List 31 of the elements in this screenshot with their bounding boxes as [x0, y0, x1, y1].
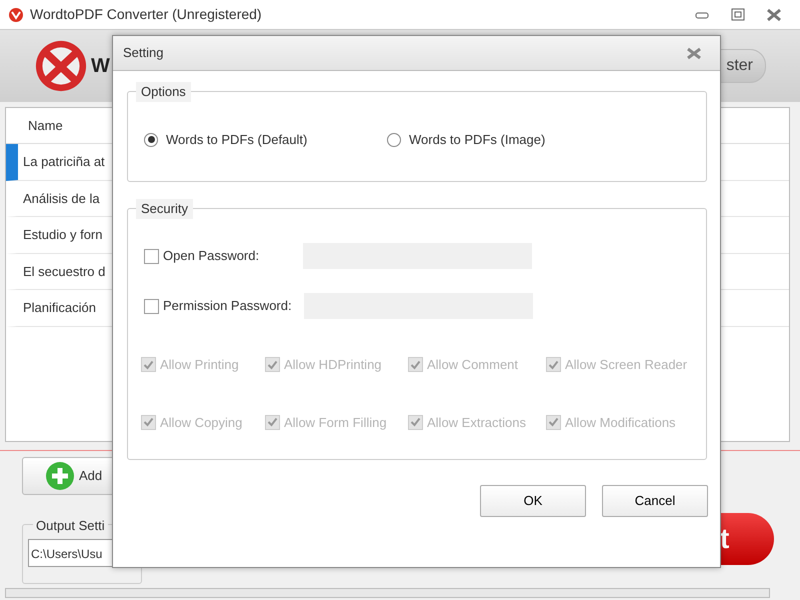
checkbox-label: Allow Modifications — [565, 414, 676, 432]
checkbox-label: Allow HDPrinting — [284, 356, 382, 374]
checkbox-label: Allow Comment — [427, 356, 518, 374]
app-title: W — [91, 54, 110, 79]
maximize-icon[interactable] — [731, 8, 745, 22]
checkbox-label: Permission Password: — [163, 297, 293, 316]
radio-label: Words to PDFs (Image) — [409, 131, 546, 149]
checkbox-label: Allow Extractions — [427, 414, 526, 432]
app-logo-icon — [8, 6, 24, 22]
checkbox[interactable] — [144, 298, 159, 314]
radio-button[interactable] — [387, 132, 401, 147]
checkbox[interactable] — [144, 248, 159, 264]
checkbox-label: Allow Form Filling — [284, 414, 387, 432]
radio-button[interactable] — [144, 132, 158, 147]
dialog-button[interactable]: Cancel — [602, 485, 708, 517]
close-icon[interactable] — [766, 8, 782, 22]
dialog-title: Setting — [123, 44, 164, 62]
minimize-icon[interactable] — [695, 10, 709, 18]
close-icon[interactable] — [686, 46, 702, 60]
checkbox-label: Allow Printing — [160, 356, 239, 374]
checkbox-label: Allow Screen Reader — [565, 356, 688, 374]
group-label: Options — [136, 82, 191, 102]
checkbox-label: Allow Copying — [160, 414, 242, 432]
app-logo-icon — [35, 40, 87, 92]
column-header: Name — [28, 116, 63, 135]
window-title: WordtoPDF Converter (Unregistered) — [30, 5, 262, 24]
checkbox-label: Open Password: — [163, 247, 260, 266]
radio-label: Words to PDFs (Default) — [166, 131, 308, 149]
dialog-button[interactable]: OK — [480, 485, 586, 517]
plus-icon — [45, 461, 75, 491]
group-label: Security — [136, 199, 193, 218]
